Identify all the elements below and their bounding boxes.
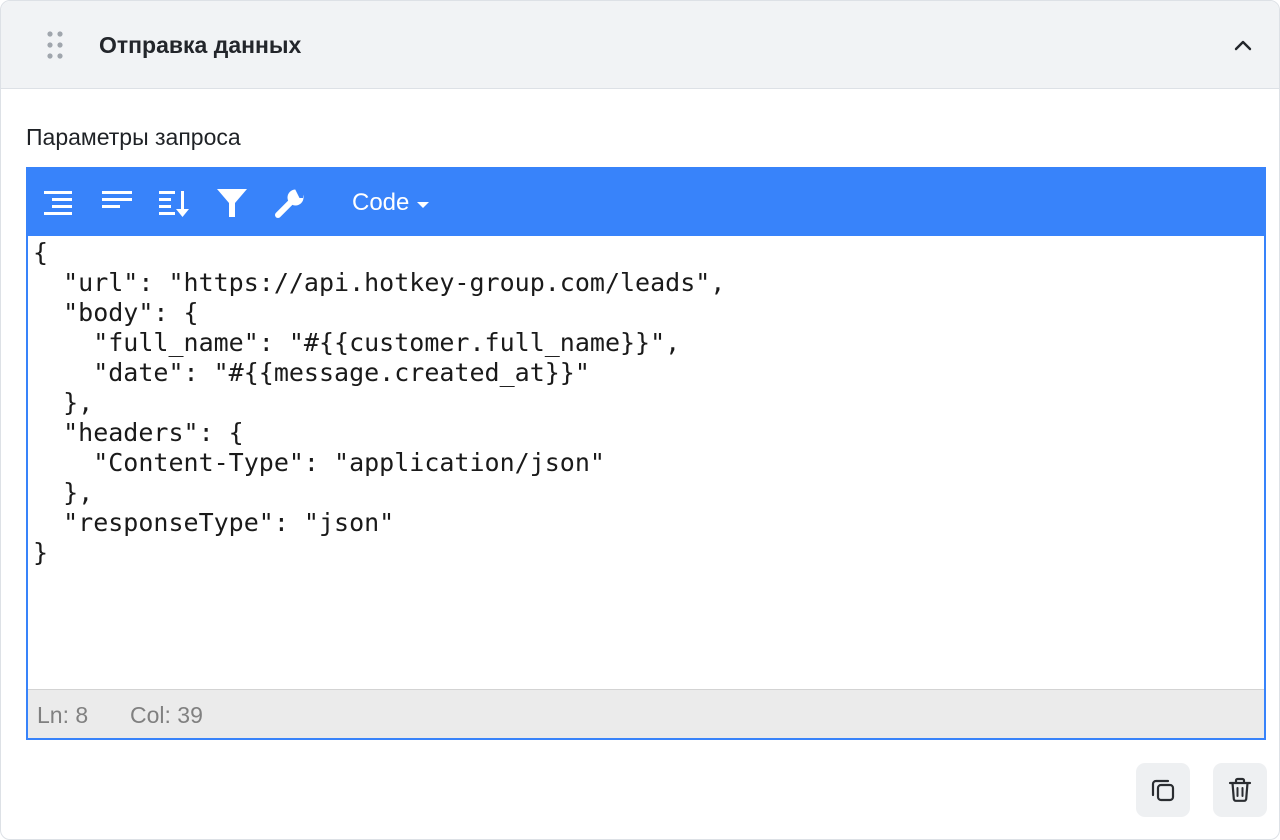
data-sending-card: Отправка данных Параметры запроса Code {… — [0, 0, 1280, 840]
sort-button[interactable] — [156, 185, 192, 221]
code-line: "body": { — [33, 298, 199, 327]
request-params-label: Параметры запроса — [26, 124, 241, 150]
code-line: "responseType": "json" — [33, 508, 395, 537]
compact-icon — [102, 191, 132, 208]
mode-label: Code — [352, 189, 410, 216]
code-line: } — [33, 538, 49, 567]
filter-button[interactable] — [214, 185, 250, 221]
code-line: { — [33, 238, 49, 267]
format-icon — [44, 191, 72, 215]
delete-button[interactable] — [1213, 763, 1267, 817]
json-editor: Code { "url": "https://api.hotkey-group.… — [26, 167, 1266, 740]
collapse-button[interactable] — [1225, 29, 1261, 61]
code-line: "full_name": "#{{customer.full_name}}", — [33, 328, 681, 357]
code-line: }, — [33, 478, 94, 507]
code-text-area[interactable]: { "url": "https://api.hotkey-group.com/l… — [28, 236, 1264, 689]
cursor-line: Ln: 8 — [37, 702, 89, 728]
card-header: Отправка данных — [1, 1, 1279, 89]
code-line: "url": "https://api.hotkey-group.com/lea… — [33, 268, 726, 297]
editor-statusbar: Ln: 8 Col: 39 — [28, 689, 1264, 738]
drag-handle-icon[interactable] — [45, 30, 65, 60]
copy-button[interactable] — [1136, 763, 1190, 817]
code-line: "headers": { — [33, 418, 244, 447]
cursor-column: Col: 39 — [130, 702, 203, 728]
copy-icon — [1151, 779, 1175, 802]
filter-icon — [217, 189, 247, 217]
repair-button[interactable] — [272, 185, 308, 221]
code-line: }, — [33, 388, 94, 417]
code-line: "date": "#{{message.created_at}}" — [33, 358, 590, 387]
editor-toolbar: Code — [28, 169, 1264, 236]
card-title: Отправка данных — [99, 32, 302, 58]
trash-icon — [1228, 777, 1252, 802]
sort-icon — [159, 191, 189, 217]
caret-down-icon — [417, 201, 430, 208]
wrench-icon — [275, 189, 304, 218]
mode-dropdown[interactable]: Code — [346, 183, 435, 223]
format-button[interactable] — [40, 185, 76, 221]
compact-button[interactable] — [98, 185, 134, 221]
code-line: "Content-Type": "application/json" — [33, 448, 605, 477]
chevron-up-icon — [1234, 40, 1252, 51]
